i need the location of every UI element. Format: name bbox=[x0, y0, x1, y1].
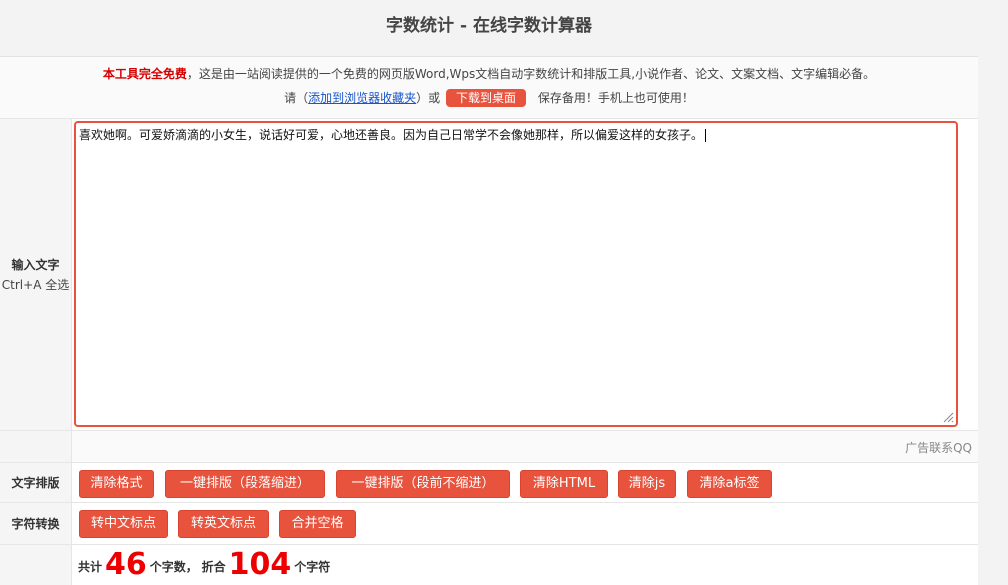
merge-spaces-button[interactable]: 合并空格 bbox=[279, 510, 356, 538]
count-label-cell bbox=[0, 545, 72, 585]
to-chinese-punct-button[interactable]: 转中文标点 bbox=[79, 510, 168, 538]
download-desktop-button[interactable]: 下载到桌面 bbox=[446, 89, 527, 107]
word-count-unit: 个字数， bbox=[149, 560, 198, 574]
notice-suffix: 保存备用！手机上也可使用！ bbox=[537, 91, 694, 105]
input-label-main: 输入文字 bbox=[11, 257, 60, 272]
resize-handle-icon[interactable] bbox=[942, 411, 954, 423]
clear-a-tag-button[interactable]: 清除a标签 bbox=[687, 470, 772, 498]
notice-description: ，这是由一站阅读提供的一个免费的网页版Word,Wps文档自动字数统计和排版工具… bbox=[186, 67, 876, 81]
count-row: 共计 46 个字数， 折合 104 个字符 bbox=[0, 545, 978, 585]
tool-table: 本工具完全免费，这是由一站阅读提供的一个免费的网页版Word,Wps文档自动字数… bbox=[0, 56, 978, 585]
notice-prefix: 请（ bbox=[284, 91, 309, 105]
notice-mid: ）或 bbox=[416, 91, 441, 105]
notice-line-1: 本工具完全免费，这是由一站阅读提供的一个免费的网页版Word,Wps文档自动字数… bbox=[0, 65, 978, 82]
notice-row: 本工具完全免费，这是由一站阅读提供的一个免费的网页版Word,Wps文档自动字数… bbox=[0, 57, 978, 119]
page-title: 字数统计 - 在线字数计算器 bbox=[386, 16, 592, 36]
clear-js-button[interactable]: 清除js bbox=[618, 470, 676, 498]
one-click-indent-button[interactable]: 一键排版（段落缩进） bbox=[165, 470, 325, 498]
input-label-hint: Ctrl+A 全选 bbox=[1, 277, 70, 292]
format-row-label: 文字排版 bbox=[11, 475, 60, 490]
clear-format-button[interactable]: 清除格式 bbox=[79, 470, 154, 498]
free-highlight: 本工具完全免费 bbox=[102, 67, 187, 81]
ad-label-cell bbox=[0, 431, 72, 462]
format-row: 文字排版 清除格式 一键排版（段落缩进） 一键排版（段前不缩进） 清除HTML … bbox=[0, 463, 978, 503]
convert-row-label: 字符转换 bbox=[11, 516, 60, 531]
text-caret bbox=[705, 129, 707, 142]
clear-html-button[interactable]: 清除HTML bbox=[520, 470, 608, 498]
word-count: 46 bbox=[105, 547, 147, 582]
text-input-value: 喜欢她啊。可爱娇滴滴的小女生，说话好可爱，心地还善良。因为自己日常学不会像她那样… bbox=[79, 128, 704, 142]
convert-row: 字符转换 转中文标点 转英文标点 合并空格 bbox=[0, 503, 978, 545]
ad-contact-text[interactable]: 广告联系QQ bbox=[905, 439, 972, 456]
input-row: 输入文字 Ctrl+A 全选 喜欢她啊。可爱娇滴滴的小女生，说话好可爱，心地还善… bbox=[0, 119, 978, 431]
add-bookmark-link[interactable]: 添加到浏览器收藏夹 bbox=[308, 91, 416, 105]
ad-row: 广告联系QQ bbox=[0, 431, 978, 463]
count-mid: 折合 bbox=[201, 560, 226, 574]
char-count: 104 bbox=[228, 547, 292, 582]
count-summary: 共计 46 个字数， 折合 104 个字符 bbox=[78, 547, 330, 582]
count-prefix: 共计 bbox=[78, 560, 103, 574]
text-input[interactable]: 喜欢她啊。可爱娇滴滴的小女生，说话好可爱，心地还善良。因为自己日常学不会像她那样… bbox=[74, 121, 958, 427]
input-label: 输入文字 Ctrl+A 全选 bbox=[0, 119, 72, 430]
char-count-unit: 个字符 bbox=[294, 560, 331, 574]
to-english-punct-button[interactable]: 转英文标点 bbox=[178, 510, 269, 538]
one-click-no-indent-button[interactable]: 一键排版（段前不缩进） bbox=[336, 470, 510, 498]
notice-line-2: 请（添加到浏览器收藏夹）或 下载到桌面 保存备用！手机上也可使用！ bbox=[0, 89, 978, 107]
